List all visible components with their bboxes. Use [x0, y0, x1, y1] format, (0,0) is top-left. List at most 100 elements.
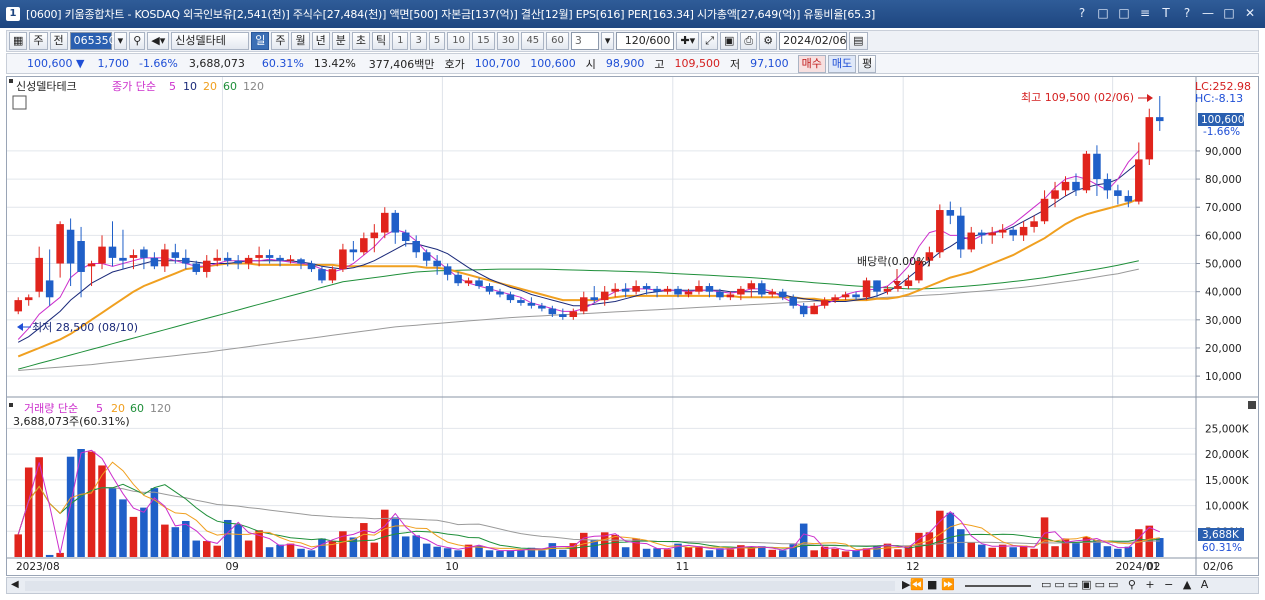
close-icon[interactable]: ✕: [1243, 6, 1257, 20]
candle-body: [171, 252, 180, 258]
ma-legend-label[interactable]: 종가 단순: [112, 80, 156, 93]
volume-bar: [1072, 543, 1080, 557]
volume-bar: [265, 547, 274, 557]
settings-icon[interactable]: ⚙: [759, 32, 778, 50]
down-arrow-icon: ▼: [76, 57, 85, 70]
y-tick-label: 40,000: [1205, 287, 1242, 299]
min-45[interactable]: 45: [521, 32, 545, 50]
tab-week[interactable]: 주: [271, 32, 290, 50]
volume-bar: [286, 543, 295, 557]
prev-button[interactable]: 전: [49, 32, 68, 50]
search-icon[interactable]: ⚲: [129, 32, 146, 50]
tab-second[interactable]: 초: [351, 32, 370, 50]
candle-body: [621, 288, 630, 292]
chart-area[interactable]: 90,000 80,000 70,000 60,000 50,000 40,000 30,0…: [6, 76, 1259, 576]
min-1[interactable]: 1: [392, 32, 409, 50]
volume-bar: [705, 550, 714, 557]
ma60-legend[interactable]: 60: [223, 80, 237, 93]
restore-icon[interactable]: □: [1096, 6, 1110, 20]
help-icon[interactable]: ?: [1075, 6, 1089, 20]
volume-rate: 60.31%: [261, 57, 304, 70]
tab-minute[interactable]: 분: [331, 32, 350, 50]
maximize-icon[interactable]: □: [1222, 6, 1236, 20]
candle-body: [852, 294, 860, 298]
tile-icon[interactable]: □: [1117, 6, 1131, 20]
low-price: 97,100: [750, 57, 789, 70]
volume-bar: [485, 550, 494, 557]
sound-icon[interactable]: ◀▾: [147, 32, 170, 50]
candle-body: [433, 260, 441, 267]
candle-body: [632, 286, 640, 292]
volume-bar: [611, 534, 619, 557]
min-10[interactable]: 10: [447, 32, 470, 50]
buy-button[interactable]: 매수: [797, 54, 826, 73]
open-label: 시: [585, 57, 596, 71]
custom-minute-dropdown-icon[interactable]: ▾: [600, 32, 615, 50]
candle-body: [1040, 198, 1049, 222]
ma20-legend[interactable]: 20: [203, 80, 217, 93]
chart-tool-icons[interactable]: ▭▭▭▣▭▭ ⚲ + − ▲ A: [1041, 578, 1211, 591]
period-select[interactable]: 주: [29, 32, 48, 50]
info-icon[interactable]: ?: [1180, 6, 1194, 20]
minimize-icon[interactable]: —: [1201, 6, 1215, 20]
stop-icon[interactable]: ■: [927, 578, 937, 591]
ask-price: 100,700: [474, 57, 521, 70]
candle-body: [265, 255, 274, 258]
ma10-legend[interactable]: 10: [183, 80, 197, 93]
min-60[interactable]: 60: [546, 32, 569, 50]
stock-name-label[interactable]: 신성델타테크: [16, 80, 77, 93]
tab-day[interactable]: 일: [251, 32, 270, 50]
even-button[interactable]: 평: [858, 54, 877, 73]
min-15[interactable]: 15: [471, 32, 495, 50]
vol-ma5-legend[interactable]: 5: [96, 402, 103, 415]
menu-icon[interactable]: ≡: [1138, 6, 1152, 20]
candle-body: [422, 252, 431, 261]
stock-name[interactable]: 신성델타테: [171, 32, 250, 50]
tab-tick[interactable]: 틱: [371, 32, 391, 50]
count-input[interactable]: 120/600: [616, 32, 675, 50]
scroll-left-icon[interactable]: ◀: [11, 579, 19, 590]
vol-tick-label: 15,000K: [1205, 475, 1250, 487]
tab-month[interactable]: 월: [291, 32, 310, 50]
print-icon[interactable]: ⎙: [740, 32, 758, 50]
volume-bar: [977, 544, 986, 557]
min-30[interactable]: 30: [496, 32, 520, 50]
vol-ma60-legend[interactable]: 60: [130, 402, 144, 415]
candle-body: [998, 229, 1007, 233]
candle-body: [936, 210, 944, 253]
prev-icon[interactable]: ⏪: [910, 578, 924, 591]
volume-bar: [768, 549, 777, 557]
volume-bar: [454, 550, 462, 557]
vol-tick-label: 20,000K: [1205, 449, 1250, 461]
min-3[interactable]: 3: [410, 32, 427, 50]
min-5[interactable]: 5: [428, 32, 446, 50]
next-icon[interactable]: ⏩: [941, 578, 955, 591]
calendar-icon[interactable]: ▤: [849, 32, 868, 50]
text-icon[interactable]: T: [1159, 6, 1173, 20]
vol-ma20-legend[interactable]: 20: [111, 402, 125, 415]
code-dropdown-icon[interactable]: ▾: [113, 32, 128, 50]
scroll-track[interactable]: [25, 581, 895, 591]
candle-body: [716, 291, 724, 298]
y-tick-label: 30,000: [1205, 315, 1242, 327]
layout-icon[interactable]: ▦: [9, 32, 28, 50]
chart-svg[interactable]: 90,000 80,000 70,000 60,000 50,000 40,000 30,0…: [7, 77, 1258, 575]
indicator-icon[interactable]: ✚▾: [676, 32, 700, 50]
zoom-slider[interactable]: [965, 585, 1031, 587]
date-input[interactable]: 2024/02/06: [779, 32, 848, 50]
volume-bar: [642, 548, 651, 557]
chart-toolbar: ▦ 주 전 065350 ▾ ⚲ ◀▾ 신성델타테 일 주 월 년 분 초 틱 …: [6, 30, 1259, 52]
tab-year[interactable]: 년: [311, 32, 330, 50]
save-icon[interactable]: ▣: [720, 32, 739, 50]
stock-code-input[interactable]: 065350: [69, 32, 116, 50]
volume-bar: [140, 507, 148, 557]
ma120-legend[interactable]: 120: [243, 80, 264, 93]
vol-ma120-legend[interactable]: 120: [150, 402, 171, 415]
sell-button[interactable]: 매도: [827, 54, 857, 73]
vol-panel-close-icon[interactable]: [1248, 401, 1256, 409]
custom-minute-input[interactable]: 3: [570, 32, 599, 50]
ma5-legend[interactable]: 5: [169, 80, 176, 93]
vol-legend-label[interactable]: 거래량 단순: [24, 402, 78, 415]
crosshair-icon[interactable]: ⤢: [701, 32, 718, 50]
candle-body: [1061, 181, 1070, 191]
